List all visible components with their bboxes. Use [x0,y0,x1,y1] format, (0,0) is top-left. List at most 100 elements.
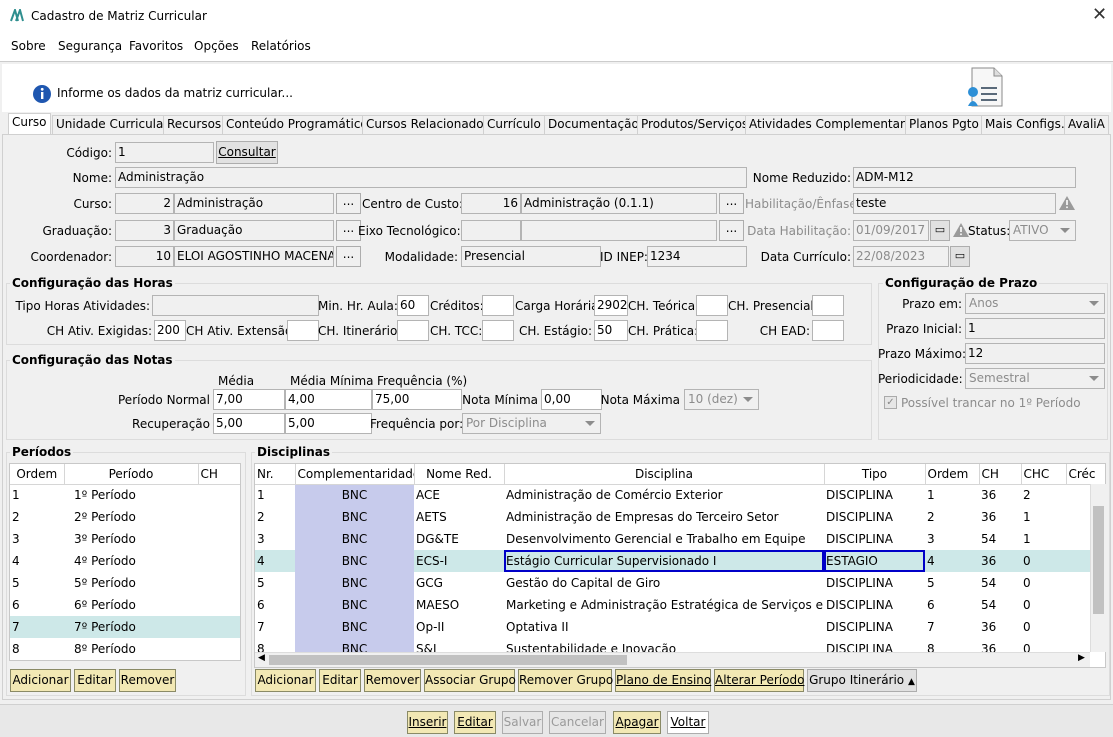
col-periodo[interactable]: Período [64,464,199,485]
calendar-icon[interactable]: ▭ [930,220,950,241]
status-select[interactable]: ATIVO [1009,220,1076,241]
col-ch[interactable]: CH [979,464,1022,485]
ch-extensao-field[interactable] [287,320,319,341]
tab-mais-configs[interactable]: Mais Configs. [981,115,1069,134]
prazo-maximo-field[interactable]: 12 [965,343,1105,364]
hscroll-thumb[interactable] [269,655,627,665]
ch-itinerario-field[interactable] [397,320,429,341]
col-chc[interactable]: CHC [1021,464,1067,485]
close-icon[interactable]: ✕ [1092,4,1107,25]
habilitacao-field[interactable]: teste [853,193,1056,214]
remover-grupo-button[interactable]: Remover Grupo [518,669,613,692]
min-hr-aula-field[interactable]: 60 [397,295,429,316]
disciplina-row[interactable]: 2 BNC AETS Administração de Empresas do Ter… [255,506,1105,528]
prazo-inicial-field[interactable]: 1 [965,318,1105,339]
nota-minima-field[interactable]: 0,00 [541,389,602,410]
media-recuperacao-field[interactable]: 5,00 [213,413,285,434]
data-curriculo-field[interactable]: 22/08/2023 [853,246,949,267]
modalidade-field[interactable]: Presencial [461,246,601,267]
periodo-row[interactable]: 6 6º Período [10,594,240,616]
eixo-lookup-button[interactable]: ... [719,220,744,241]
plano-de-ensino-button[interactable]: Plano de Ensino [615,669,711,692]
disciplina-row[interactable]: 3 BNC DG&TE Desenvolvimento Gerencial e Tra… [255,528,1105,550]
col-creditos[interactable]: Créc [1066,464,1105,485]
tipo-horas-field[interactable] [152,295,319,316]
periodo-row[interactable]: 5 5º Período [10,572,240,594]
disciplina-row[interactable]: 6 BNC MAESO Marketing e Administração Estra… [255,594,1105,616]
prazo-em-select[interactable]: Anos [965,293,1105,314]
periodo-row[interactable]: 3 3º Período [10,528,240,550]
col-nome-red[interactable]: Nome Red. [414,464,505,485]
col-disciplina[interactable]: Disciplina [504,464,825,485]
tab-cursos-relacionados[interactable]: Cursos Relacionados [362,115,494,134]
curso-lookup-button[interactable]: ... [336,193,361,214]
cancelar-button[interactable]: Cancelar [549,711,606,734]
disciplina-row-selected[interactable]: 4 BNC ECS-I Estágio Curricular Supervisiona… [255,550,1105,572]
inep-field[interactable]: 1234 [647,246,747,267]
inserir-button[interactable]: Inserir [407,711,448,734]
disciplina-row[interactable]: 5 BNC GCG Gestão do Capital de Giro DISCIPLI… [255,572,1105,594]
menu-seguranca[interactable]: Segurança [58,39,122,53]
disciplinas-horizontal-scrollbar[interactable]: ◀ ▶ [255,652,1090,667]
disciplina-row[interactable]: 7 BNC Op-II Optativa II DISCIPLINA 7 36 0 [255,616,1105,638]
disciplina-row[interactable]: 1 BNC ACE Administração de Comércio Exterio… [255,484,1105,506]
apagar-button[interactable]: Apagar [613,711,661,734]
col-ch[interactable]: CH [198,464,240,485]
col-complementaridade[interactable]: Complementaridade [295,464,415,485]
codigo-field[interactable]: 1 [115,142,214,163]
col-ordem[interactable]: Ordem [10,464,65,485]
salvar-button[interactable]: Salvar [502,711,543,734]
media-normal-field[interactable]: 7,00 [213,389,285,410]
ch-teorica-field[interactable] [696,295,728,316]
periodo-row[interactable]: 4 4º Período [10,550,240,572]
col-tipo[interactable]: Tipo [824,464,926,485]
coordenador-lookup-button[interactable]: ... [336,246,361,267]
consultar-button[interactable]: Consultar [216,141,278,164]
disciplinas-vertical-scrollbar[interactable] [1090,484,1106,652]
media-minima-recuperacao-field[interactable]: 5,00 [285,413,372,434]
frequencia-por-select[interactable]: Por Disciplina [462,413,601,434]
col-ordem[interactable]: Ordem [925,464,980,485]
tab-planos[interactable]: Planos Pgto [905,115,983,134]
ch-exigidas-field[interactable]: 200 [154,320,186,341]
periodo-row[interactable]: 2 2º Período [10,506,240,528]
eixo-code-field[interactable] [461,220,521,241]
calendar-curriculo-icon[interactable]: ▭ [950,246,970,267]
periodo-remover-button[interactable]: Remover [119,669,176,692]
nota-maxima-select[interactable]: 10 (dez) [684,389,759,410]
disciplina-remover-button[interactable]: Remover [364,669,421,692]
grupo-itinerario-button[interactable]: Grupo Itinerário ▲ [807,669,917,692]
ch-pratica-field[interactable] [696,320,728,341]
menu-opcoes[interactable]: Opções [194,39,239,53]
periodo-row[interactable]: 8 8º Período [10,638,240,660]
scroll-right-icon[interactable]: ▶ [1078,653,1085,663]
ch-presencial-field[interactable] [812,295,844,316]
centro-lookup-button[interactable]: ... [719,193,744,214]
periodo-editar-button[interactable]: Editar [74,669,116,692]
voltar-button[interactable]: Voltar [667,711,709,734]
frequencia-field[interactable]: 75,00 [372,389,462,410]
scroll-thumb[interactable] [1093,506,1104,614]
tab-curso[interactable]: Curso [8,113,51,135]
ch-tcc-field[interactable] [482,320,514,341]
ch-ead-field[interactable] [812,320,844,341]
tab-produtos[interactable]: Produtos/Serviços [637,115,753,134]
menu-relatorios[interactable]: Relatórios [251,39,311,53]
creditos-field[interactable] [482,295,514,316]
scroll-left-icon[interactable]: ◀ [258,653,265,663]
graduacao-code-field[interactable]: 3 [115,220,174,241]
media-minima-normal-field[interactable]: 4,00 [285,389,372,410]
disciplina-adicionar-button[interactable]: Adicionar [255,669,316,692]
periodo-adicionar-button[interactable]: Adicionar [10,669,71,692]
periodo-row[interactable]: 1 1º Período [10,484,240,506]
tab-recursos[interactable]: Recursos [163,115,226,134]
menu-favoritos[interactable]: Favoritos [129,39,183,53]
associar-grupo-button[interactable]: Associar Grupo [424,669,516,692]
tab-avalia[interactable]: AvaliA [1064,115,1109,134]
periodo-row-selected[interactable]: 7 7º Período [10,616,240,638]
alterar-periodo-button[interactable]: Alterar Período [714,669,804,692]
nome-reduzido-field[interactable]: ADM-M12 [853,167,1076,188]
trancar-checkbox[interactable]: ✓ [884,396,897,409]
tab-unidade-curricular[interactable]: Unidade Curricular [52,115,173,134]
coordenador-code-field[interactable]: 10 [115,246,174,267]
